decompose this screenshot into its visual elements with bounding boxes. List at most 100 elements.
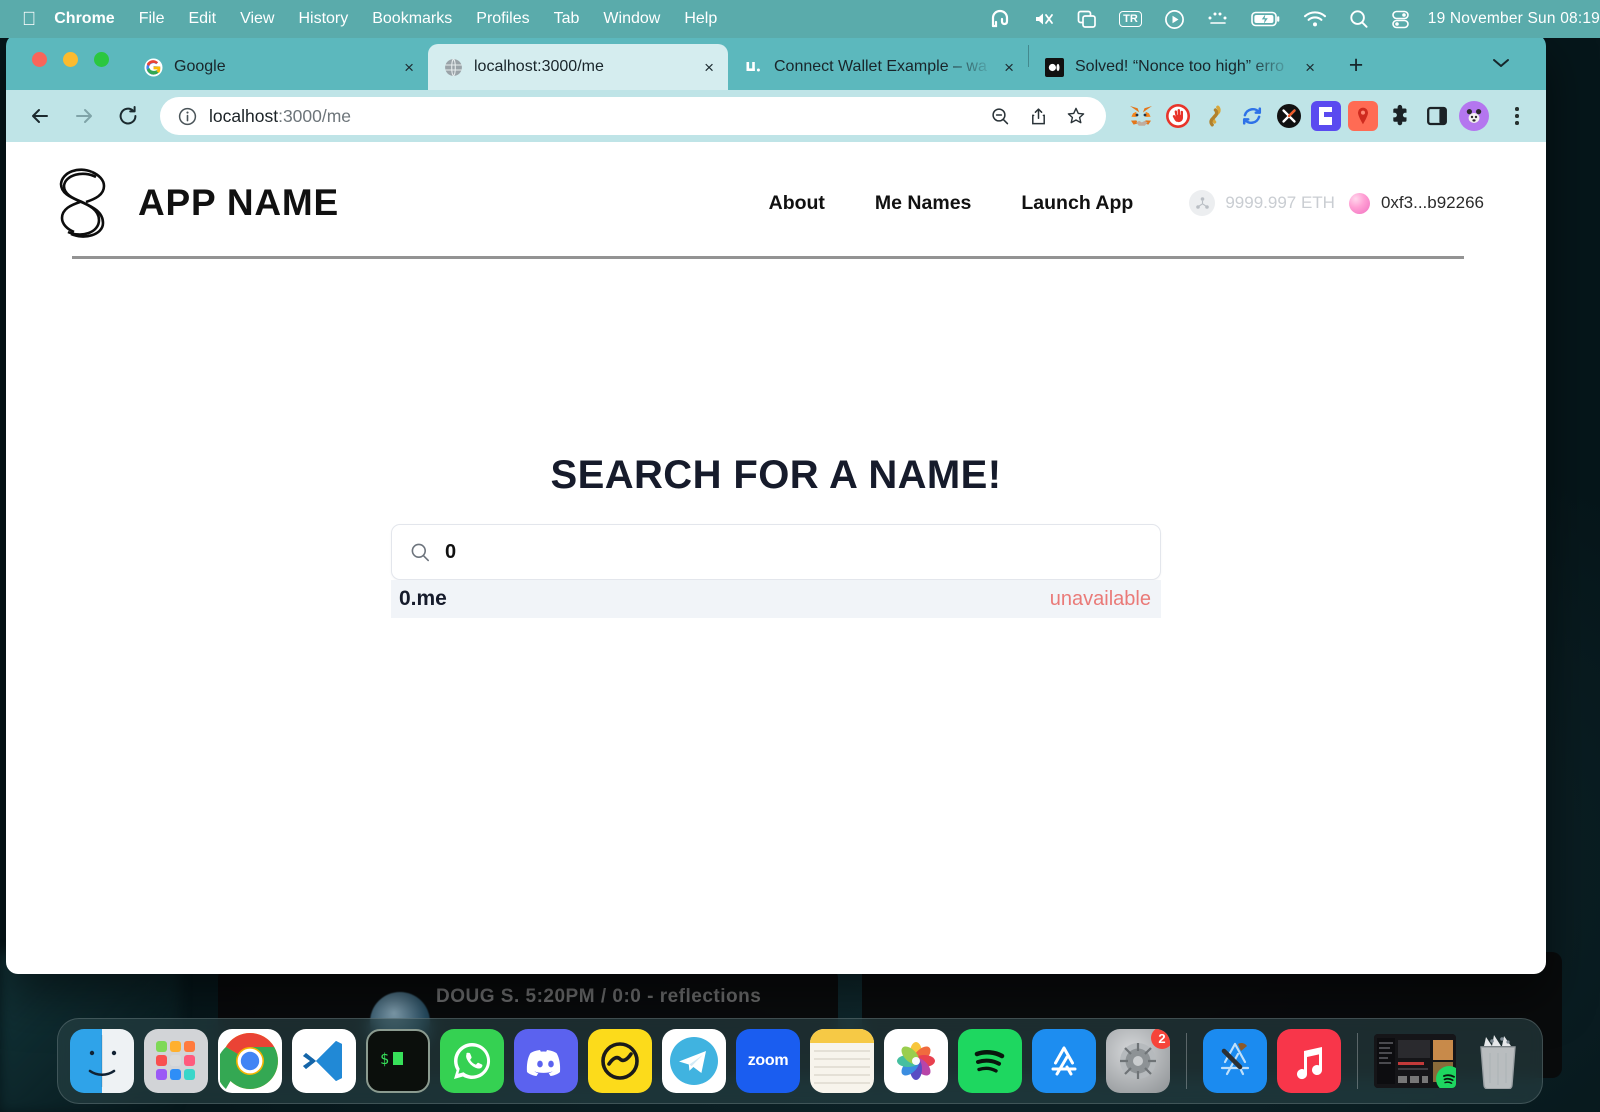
google-favicon (144, 58, 163, 77)
nav-about[interactable]: About (769, 192, 825, 215)
menu-item-profiles[interactable]: Profiles (476, 10, 529, 28)
sync-extension[interactable] (1237, 101, 1267, 131)
zoom-label: zoom (747, 1052, 789, 1069)
tr-label: TR (1119, 10, 1142, 28)
bookmark-star-icon[interactable] (1060, 100, 1092, 132)
dock-separator (1357, 1033, 1358, 1089)
dock-item-spotify-window-preview[interactable] (1374, 1034, 1456, 1088)
battery-charging-icon[interactable] (1250, 8, 1281, 30)
web-page-content: APP NAME About Me Names Launch App 9999.… (6, 142, 1546, 974)
nav-me-names[interactable]: Me Names (875, 192, 971, 215)
info-circle-icon[interactable] (178, 107, 197, 126)
tab-close-button[interactable]: × (704, 59, 714, 76)
dots-icon[interactable] (1207, 8, 1229, 30)
dock-item-terminal[interactable]: $ (366, 1029, 430, 1093)
menu-item-window[interactable]: Window (603, 10, 660, 28)
reload-icon[interactable] (108, 96, 148, 136)
network-chip[interactable]: 9999.997 ETH (1189, 190, 1349, 216)
dock-item-system-settings[interactable]: 2 (1106, 1029, 1170, 1093)
omnibox-actions (984, 100, 1098, 132)
window-traffic-lights (32, 52, 109, 67)
chevron-down-icon[interactable] (1492, 54, 1510, 74)
app-header: APP NAME About Me Names Launch App 9999.… (6, 142, 1546, 242)
maximize-window-button[interactable] (94, 52, 109, 67)
menu-bar-clock[interactable]: 19 November Sun 08:19 (1428, 10, 1600, 28)
account-chip[interactable]: 0xf3...b92266 (1348, 192, 1484, 214)
dock-item-xcode[interactable] (1203, 1029, 1267, 1093)
dock-item-google-chrome[interactable] (218, 1029, 282, 1093)
zoom-out-icon[interactable] (984, 100, 1016, 132)
dock-item-bitwarden[interactable] (588, 1029, 652, 1093)
snap-extension[interactable] (1200, 101, 1230, 131)
menu-item-help[interactable]: Help (684, 10, 717, 28)
wallet-favicon (744, 58, 763, 77)
dock-item-trash[interactable] (1466, 1029, 1530, 1093)
wallet-avatar-icon (1348, 192, 1370, 214)
dock-item-music[interactable] (1277, 1029, 1341, 1093)
wallet-widget[interactable]: 9999.997 ETH 0xf3...b92266 (1189, 190, 1484, 216)
tab-close-button[interactable]: × (1004, 59, 1014, 76)
menu-item-history[interactable]: History (298, 10, 348, 28)
dock-item-whatsapp[interactable] (440, 1029, 504, 1093)
menu-item-chrome[interactable]: Chrome (54, 10, 114, 28)
dock-item-notes[interactable] (810, 1029, 874, 1093)
new-tab-button[interactable]: + (1339, 48, 1373, 82)
infinity-loop-logo[interactable] (52, 163, 114, 243)
dock-item-zoom[interactable]: zoom (736, 1029, 800, 1093)
play-circle-icon[interactable] (1164, 8, 1185, 30)
search-icon[interactable] (1349, 8, 1369, 30)
address-bar[interactable]: localhost:3000/me (160, 97, 1106, 135)
kebab-menu-icon[interactable] (1502, 107, 1532, 125)
tab-connect-wallet-example[interactable]: Connect Wallet Example – wa × (728, 44, 1028, 90)
tab-close-button[interactable]: × (1305, 59, 1315, 76)
dock-separator (1186, 1033, 1187, 1089)
extensions-puzzle-icon[interactable] (1385, 101, 1415, 131)
share-icon[interactable] (1022, 100, 1054, 132)
elephant-icon[interactable] (989, 8, 1011, 30)
back-arrow-icon[interactable] (20, 96, 60, 136)
close-window-button[interactable] (32, 52, 47, 67)
menu-item-file[interactable]: File (139, 10, 165, 28)
dock-item-spotify[interactable] (958, 1029, 1022, 1093)
wifi-icon[interactable] (1303, 8, 1327, 30)
dock-item-app-store[interactable] (1032, 1029, 1096, 1093)
metamask-extension[interactable] (1126, 101, 1156, 131)
dock-item-photos[interactable] (884, 1029, 948, 1093)
tab-nonce-too-high[interactable]: Solved! “Nonce too high” erro × (1029, 44, 1329, 90)
tab-google[interactable]: Google × (128, 44, 428, 90)
menu-item-view[interactable]: View (240, 10, 274, 28)
profile-avatar-icon[interactable] (1459, 101, 1489, 131)
browser-toolbar: localhost:3000/me (6, 90, 1546, 142)
settings-badge: 2 (1151, 1029, 1170, 1049)
nav-launch-app[interactable]: Launch App (1021, 192, 1133, 215)
chrome-browser-window: Google × localhost:3000/me × Connect Wal… (6, 34, 1546, 974)
menu-item-tab[interactable]: Tab (554, 10, 580, 28)
tab-close-button[interactable]: × (404, 59, 414, 76)
screen-mirroring-icon[interactable] (1077, 8, 1097, 30)
dock-item-visual-studio-code[interactable] (292, 1029, 356, 1093)
side-panel-icon[interactable] (1422, 101, 1452, 131)
dock-item-telegram[interactable] (662, 1029, 726, 1093)
forward-arrow-icon[interactable] (64, 96, 104, 136)
tab-strip: Google × localhost:3000/me × Connect Wal… (6, 34, 1546, 90)
mute-icon[interactable] (1033, 8, 1055, 30)
apple-logo-icon[interactable]:  (22, 10, 36, 29)
control-center-icon[interactable] (1391, 8, 1410, 30)
tab-localhost-me[interactable]: localhost:3000/me × (428, 44, 728, 90)
minimize-window-button[interactable] (63, 52, 78, 67)
dock-item-discord[interactable] (514, 1029, 578, 1093)
tr-input-icon[interactable]: TR (1119, 8, 1142, 30)
dock-item-launchpad[interactable] (144, 1029, 208, 1093)
menu-item-edit[interactable]: Edit (188, 10, 216, 28)
search-result-row[interactable]: 0.me unavailable (391, 580, 1161, 618)
menu-item-bookmarks[interactable]: Bookmarks (372, 10, 452, 28)
x-circle-extension[interactable] (1274, 101, 1304, 131)
tab-title: localhost:3000/me (474, 58, 604, 75)
search-icon (410, 542, 431, 563)
search-input[interactable] (445, 540, 1142, 564)
dock-item-finder[interactable] (70, 1029, 134, 1093)
bitly-extension[interactable] (1311, 101, 1341, 131)
pin-extension[interactable] (1348, 101, 1378, 131)
adblock-extension[interactable] (1163, 101, 1193, 131)
search-box[interactable] (391, 524, 1161, 580)
